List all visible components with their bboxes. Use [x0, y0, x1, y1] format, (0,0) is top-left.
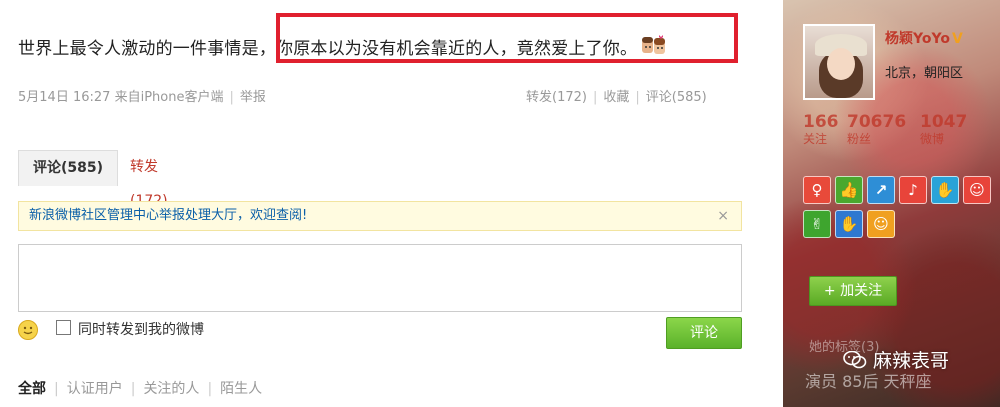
notice-link[interactable]: 新浪微博社区管理中心举报处理大厅，欢迎查阅! [29, 208, 307, 223]
stat-value: 166 [803, 112, 839, 132]
badge-icon-7[interactable]: ✌ [803, 210, 831, 238]
stat-label: 粉丝 [847, 132, 872, 146]
source-prefix: 来自 [114, 90, 141, 105]
profile-location: 北京，朝阳区 [885, 66, 964, 81]
comment-link[interactable]: 评论(585) [646, 90, 707, 105]
badge-icon-6[interactable]: ☺ [963, 176, 991, 204]
watermark: 麻辣表哥 [843, 346, 949, 373]
follow-button[interactable]: + 加关注 [809, 276, 897, 306]
divider: | [207, 381, 213, 397]
repost-link[interactable]: 转发(172) [526, 90, 587, 105]
favorite-link[interactable]: 收藏 [603, 90, 629, 105]
divider: | [54, 381, 59, 397]
watermark-text: 麻辣表哥 [873, 350, 950, 372]
sync-repost-checkbox[interactable] [56, 320, 71, 335]
post-time[interactable]: 5月14日 16:27 [18, 90, 110, 105]
emoticon-icon[interactable] [18, 320, 38, 340]
badge-icon-8[interactable]: ✋ [835, 210, 863, 238]
profile-name-text: 杨颖YoYo [885, 31, 950, 47]
badge-icon-5[interactable]: ✋ [931, 176, 959, 204]
badge-icon-1[interactable]: ♀ [803, 176, 831, 204]
stat-posts[interactable]: 1047 微博 [920, 112, 968, 147]
wechat-icon [843, 350, 867, 369]
post-actions: 转发(172) | 收藏 | 评论(585) [526, 86, 707, 105]
profile-name[interactable]: 杨颖YoYo V [885, 28, 963, 48]
stat-followers[interactable]: 70676 粉丝 [847, 112, 913, 147]
stat-label: 微博 [920, 132, 945, 146]
badge-icon-3[interactable]: ↗ [867, 176, 895, 204]
tab-reposts[interactable]: 转发(172) [130, 150, 168, 209]
verified-badge-icon: V [951, 31, 963, 47]
badge-icon-9[interactable]: ☺ [867, 210, 895, 238]
badge-icon-2[interactable]: 👍 [835, 176, 863, 204]
post-meta: 5月14日 16:27 来自iPhone客户端 | 举报 [18, 86, 266, 105]
report-link[interactable]: 举报 [240, 90, 266, 105]
badge-icon-4[interactable]: ♪ [899, 176, 927, 204]
filter-following[interactable]: 关注的人 [143, 381, 199, 397]
divider: | [635, 90, 640, 105]
divider: | [592, 90, 598, 105]
tab-comments[interactable]: 评论(585) [18, 150, 118, 186]
comment-filters: 全部 | 认证用户 | 关注的人 | 陌生人 [18, 378, 262, 398]
divider: | [229, 90, 234, 105]
stat-following[interactable]: 166 关注 [803, 112, 847, 147]
red-highlight-box [276, 13, 738, 63]
notice-banner: 新浪微博社区管理中心举报处理大厅，欢迎查阅! × [18, 201, 742, 231]
submit-comment-button[interactable]: 评论 [666, 317, 742, 349]
profile-sidebar: 杨颖YoYo V 北京，朝阳区 166 关注 70676 粉丝 1047 微博 ♀… [783, 0, 1000, 407]
post-text-start: 世界上最令人激动的一件事情是 [18, 39, 259, 59]
stat-label: 关注 [803, 132, 828, 146]
comment-input[interactable] [18, 244, 742, 312]
stat-value: 70676 [847, 112, 907, 132]
close-icon[interactable]: × [717, 202, 729, 230]
filter-all[interactable]: 全部 [18, 381, 46, 397]
avatar[interactable] [803, 24, 875, 100]
stat-value: 1047 [920, 112, 968, 132]
filter-strangers[interactable]: 陌生人 [220, 381, 262, 397]
divider: | [130, 381, 136, 397]
source-link[interactable]: iPhone客户端 [141, 90, 224, 105]
filter-verified[interactable]: 认证用户 [67, 381, 123, 397]
sync-repost-label: 同时转发到我的微博 [78, 322, 204, 338]
